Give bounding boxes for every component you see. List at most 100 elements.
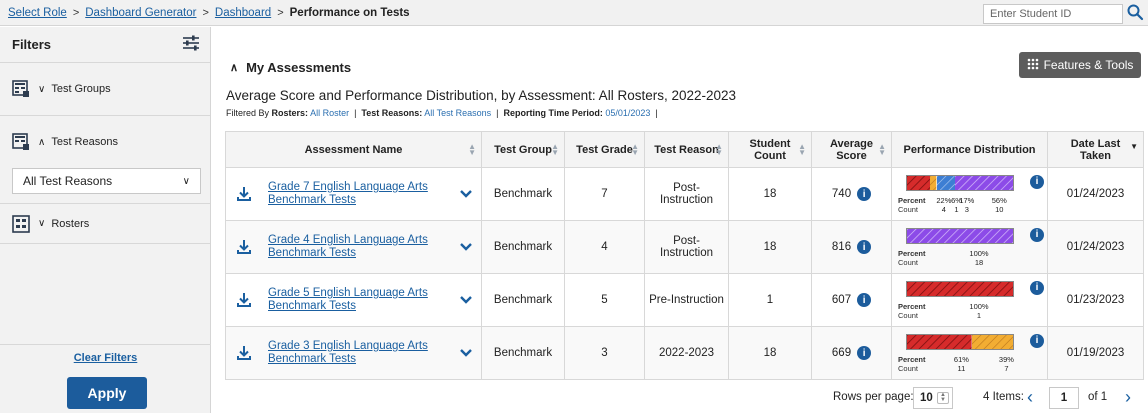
reasons-filter-label: Test Reasons:	[361, 108, 423, 118]
test-grade-cell: 5	[564, 273, 645, 327]
table-row: Grade 3 English Language Arts Benchmark …	[225, 326, 1144, 380]
count-label: Count	[898, 363, 919, 373]
rows-per-page-value: 10	[920, 392, 933, 404]
test-groups-section[interactable]: ∨ Test Groups	[0, 63, 210, 116]
breadcrumb-dashboard[interactable]: Dashboard	[215, 7, 271, 19]
test-reasons-header[interactable]: ∧ Test Reasons	[0, 116, 210, 168]
reasons-filter-value: All Test Reasons	[424, 108, 492, 118]
col-assessment-name[interactable]: Assessment Name ▲ ▼	[225, 131, 482, 168]
previous-page-icon[interactable]: ‹	[1027, 387, 1033, 408]
assessment-name-cell: Grade 3 English Language Arts Benchmark …	[225, 326, 482, 380]
clear-filters-link[interactable]: Clear Filters	[0, 352, 211, 364]
distribution-count: 1	[976, 310, 982, 320]
chevron-down-icon: ∨	[38, 83, 46, 95]
period-filter-value: 05/01/2023	[605, 108, 651, 118]
info-icon[interactable]: i	[1030, 333, 1044, 348]
col-test-reason[interactable]: Test Reason ▲ ▼	[644, 131, 729, 168]
info-icon[interactable]: i	[1030, 174, 1044, 189]
assessment-link[interactable]: Grade 7 English Language Arts Benchmark …	[268, 181, 453, 207]
breadcrumb-select-role[interactable]: Select Role	[8, 7, 67, 19]
col-average-score[interactable]: Average Score ▲ ▼	[811, 131, 892, 168]
info-icon[interactable]: i	[857, 346, 872, 360]
test-reasons-label: Test Reasons	[51, 136, 118, 148]
distribution-percent: 56%	[991, 195, 1007, 205]
sort-icon: ▲ ▼	[798, 142, 806, 157]
rows-per-page-select[interactable]: 10 ▲ ▼	[913, 387, 953, 409]
apply-button[interactable]: Apply	[67, 377, 147, 409]
features-tools-button[interactable]: Features & Tools	[1019, 52, 1141, 78]
sort-icon: ▲ ▼	[715, 142, 723, 157]
chevron-down-icon[interactable]	[459, 186, 473, 202]
assessment-link[interactable]: Grade 3 English Language Arts Benchmark …	[268, 340, 453, 366]
student-count-cell: 18	[728, 220, 812, 274]
assessment-name-cell: Grade 7 English Language Arts Benchmark …	[225, 167, 482, 221]
distribution-segment	[907, 228, 1013, 243]
table-row: Grade 7 English Language Arts Benchmark …	[225, 167, 1144, 221]
download-icon[interactable]	[236, 345, 252, 361]
distribution-segment	[936, 175, 955, 190]
period-filter-label: Reporting Time Period:	[503, 108, 603, 118]
filtered-by-prefix: Filtered By	[226, 108, 270, 118]
distribution-percent: 100%	[969, 248, 989, 258]
col-test-grade[interactable]: Test Grade ▲ ▼	[564, 131, 645, 168]
col-student-count[interactable]: Student Count ▲ ▼	[728, 131, 812, 168]
sidebar-divider	[0, 344, 211, 345]
test-group-cell: Benchmark	[481, 326, 565, 380]
download-icon[interactable]	[236, 186, 252, 202]
rosters-section[interactable]: ∨ Rosters	[0, 204, 210, 244]
sort-icon: ▲ ▼	[551, 142, 559, 157]
distribution-percent: 39%	[998, 354, 1014, 364]
rosters-icon	[12, 214, 30, 233]
column-label: Performance Distribution	[903, 143, 1036, 156]
main-content: ∧ My Assessments Features & Tools Averag…	[211, 27, 1148, 413]
col-test-group[interactable]: Test Group ▲ ▼	[481, 131, 565, 168]
distribution-percent: 17%	[959, 195, 975, 205]
download-icon[interactable]	[236, 292, 252, 308]
rosters-label: Rosters	[51, 217, 90, 230]
info-icon[interactable]: i	[857, 293, 872, 307]
percent-label: Percent	[898, 354, 926, 364]
my-assessments-toggle[interactable]: ∧ My Assessments	[230, 60, 351, 75]
distribution-labels: Percent 22% 6% 17% 56% Count 4 1 3 10	[898, 196, 1007, 214]
performance-distribution-cell: i Percent 22% 6% 17% 56% Count 4 1 3 10	[891, 167, 1048, 221]
distribution-count: 4	[941, 204, 946, 214]
distribution-bar	[906, 280, 1014, 297]
performance-distribution-cell: i Percent 61% 39% Count 11 7	[891, 326, 1048, 380]
info-icon[interactable]: i	[1030, 227, 1044, 242]
test-grade-cell: 7	[564, 167, 645, 221]
test-reasons-selected: All Test Reasons	[23, 174, 113, 188]
average-score-cell: 607 i	[811, 273, 892, 327]
chevron-up-icon: ∧	[230, 62, 239, 74]
test-group-cell: Benchmark	[481, 167, 565, 221]
assessment-link[interactable]: Grade 5 English Language Arts Benchmark …	[268, 287, 453, 313]
student-id-input[interactable]	[983, 4, 1123, 24]
distribution-segment	[954, 175, 1013, 190]
breadcrumb-dashboard-generator[interactable]: Dashboard Generator	[85, 7, 196, 19]
performance-distribution-cell: i Percent 100% Count 1	[891, 273, 1048, 327]
col-performance-distribution: Performance Distribution	[891, 131, 1048, 168]
date-last-taken-cell: 01/24/2023	[1047, 220, 1144, 274]
page-number-input[interactable]: 1	[1049, 387, 1079, 409]
download-icon[interactable]	[236, 239, 252, 255]
assessment-link[interactable]: Grade 4 English Language Arts Benchmark …	[268, 234, 453, 260]
test-reasons-icon	[12, 133, 30, 151]
chevron-down-icon[interactable]	[459, 292, 473, 308]
distribution-segment	[971, 334, 1013, 349]
col-date-last-taken[interactable]: Date Last Taken ▼	[1047, 131, 1144, 168]
count-label: Count	[898, 204, 919, 214]
distribution-percent: 61%	[953, 354, 969, 364]
info-icon[interactable]: i	[857, 240, 872, 254]
chevron-down-icon[interactable]	[459, 345, 473, 361]
distribution-labels: Percent 100% Count 18	[898, 249, 989, 267]
test-reasons-select[interactable]: All Test Reasons ∨	[12, 168, 201, 194]
report-title: Average Score and Performance Distributi…	[226, 88, 737, 103]
info-icon[interactable]: i	[1030, 280, 1044, 295]
filter-settings-icon[interactable]	[182, 35, 200, 54]
percent-label: Percent	[898, 301, 926, 311]
next-page-icon[interactable]: ›	[1125, 387, 1131, 408]
search-icon[interactable]	[1126, 3, 1146, 23]
column-label: Test Reason	[654, 143, 719, 156]
column-label: Date Last Taken	[1070, 137, 1121, 162]
info-icon[interactable]: i	[857, 187, 872, 201]
chevron-down-icon[interactable]	[459, 239, 473, 255]
